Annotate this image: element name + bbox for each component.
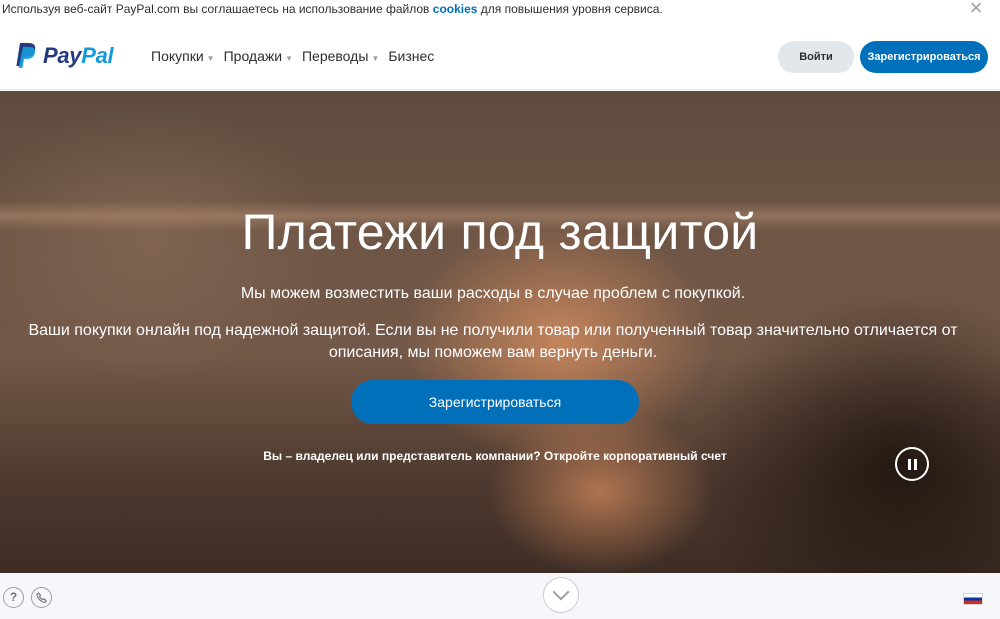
cookie-banner: Используя веб-сайт PayPal.com вы соглаша… [0,0,1000,20]
nav-item-selling[interactable]: Продажи ▼ [224,48,293,64]
phone-icon[interactable] [31,587,52,608]
business-account-link[interactable]: Вы – владелец или представитель компании… [0,449,990,463]
chevron-down-icon: ▼ [285,54,293,63]
pause-bar-left [908,459,911,470]
nav-item-label: Продажи [223,48,283,64]
chevron-down-icon: ▼ [371,54,380,63]
pause-icon[interactable] [895,447,929,481]
help-icon[interactable]: ? [3,587,24,608]
cookies-link[interactable]: cookies [433,2,478,16]
paypal-logo[interactable]: PayPal [13,42,114,70]
chevron-down-icon [552,583,570,601]
phone-glyph [35,592,47,604]
hero-title: Платежи под защитой [241,204,759,260]
close-icon[interactable]: × [966,0,986,19]
signup-button[interactable]: Зарегистрироваться [860,41,988,73]
hero-signup-button[interactable]: Зарегистрироваться [351,380,639,424]
hero-banner: Платежи под защитой Мы можем возместить … [0,91,1000,573]
page-footer: ? [0,573,1000,619]
nav-item-label: Бизнес [388,48,435,64]
cookie-text-before: Используя веб-сайт PayPal.com вы соглаша… [2,2,433,16]
chevron-down-icon: ▼ [206,54,215,63]
nav-item-shopping[interactable]: Покупки ▼ [151,48,215,64]
cookie-text-after: для повышения уровня сервиса. [477,2,663,16]
main-nav: Покупки ▼ Продажи ▼ Переводы ▼ Бизнес [151,48,443,64]
nav-item-label: Переводы [301,48,369,64]
login-button[interactable]: Войти [778,41,854,73]
hero-subtitle: Мы можем возместить ваши расходы в случа… [240,285,746,302]
logo-pay: Pay [43,43,82,68]
nav-item-transfers[interactable]: Переводы ▼ [302,48,379,64]
hero-description: Ваши покупки онлайн под надежной защитой… [28,322,958,361]
site-header: PayPal Покупки ▼ Продажи ▼ Переводы ▼ Бизне… [0,20,1000,90]
logo-wordmark: PayPal [43,43,114,69]
nav-item-label: Покупки [151,48,204,64]
pause-bar-right [914,459,917,470]
nav-item-business[interactable]: Бизнес [388,48,434,64]
flag-icon[interactable] [963,593,983,605]
paypal-mark-icon [16,43,36,68]
logo-pal: Pal [81,43,114,68]
scroll-down-button[interactable] [543,577,579,613]
